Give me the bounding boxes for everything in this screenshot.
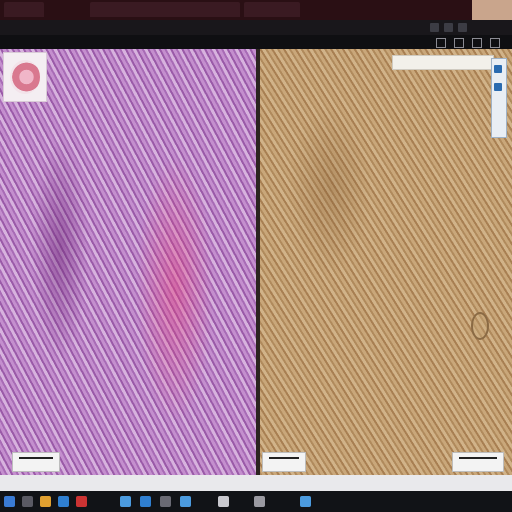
ihc-slide-pane[interactable]: [260, 49, 512, 475]
app-icon[interactable]: [300, 496, 311, 507]
start-icon[interactable]: [4, 496, 15, 507]
navigation-rail[interactable]: [491, 58, 507, 138]
viewer-header: [0, 35, 512, 49]
browser-tab-bar: [0, 0, 512, 20]
scale-bar: [12, 452, 60, 472]
app-icon[interactable]: [120, 496, 131, 507]
settings-icon[interactable]: [436, 38, 446, 48]
scale-bar: [452, 452, 504, 472]
fullscreen-icon[interactable]: [472, 38, 482, 48]
nav-rail-button[interactable]: [494, 83, 502, 91]
browser-tab[interactable]: [90, 2, 240, 17]
nav-rail-button[interactable]: [494, 65, 502, 73]
browser-tab[interactable]: [244, 2, 300, 17]
app-icon[interactable]: [140, 496, 151, 507]
scale-line: [269, 457, 299, 459]
status-strip: [0, 475, 512, 491]
app-icon[interactable]: [76, 496, 87, 507]
browser-icon[interactable]: [58, 496, 69, 507]
search-icon[interactable]: [22, 496, 33, 507]
overview-label-box: [392, 55, 494, 70]
toolbar-button[interactable]: [458, 23, 467, 32]
scale-bar: [262, 452, 306, 472]
app-icon[interactable]: [218, 496, 229, 507]
viewer-toolbar: [0, 20, 512, 35]
thumbnail-tissue: [10, 60, 40, 94]
toolbar-button[interactable]: [430, 23, 439, 32]
slide-thumbnail[interactable]: [3, 52, 47, 102]
app-icon[interactable]: [254, 496, 265, 507]
layout-icon[interactable]: [454, 38, 464, 48]
annotation-marker[interactable]: [471, 312, 489, 340]
folder-icon[interactable]: [40, 496, 51, 507]
app-icon[interactable]: [180, 496, 191, 507]
toolbar-button[interactable]: [444, 23, 453, 32]
app-icon[interactable]: [160, 496, 171, 507]
he-slide-pane[interactable]: [0, 49, 256, 475]
close-icon[interactable]: [490, 38, 500, 48]
browser-tab[interactable]: [4, 2, 44, 17]
scale-line: [459, 457, 497, 459]
scale-line: [19, 457, 53, 459]
